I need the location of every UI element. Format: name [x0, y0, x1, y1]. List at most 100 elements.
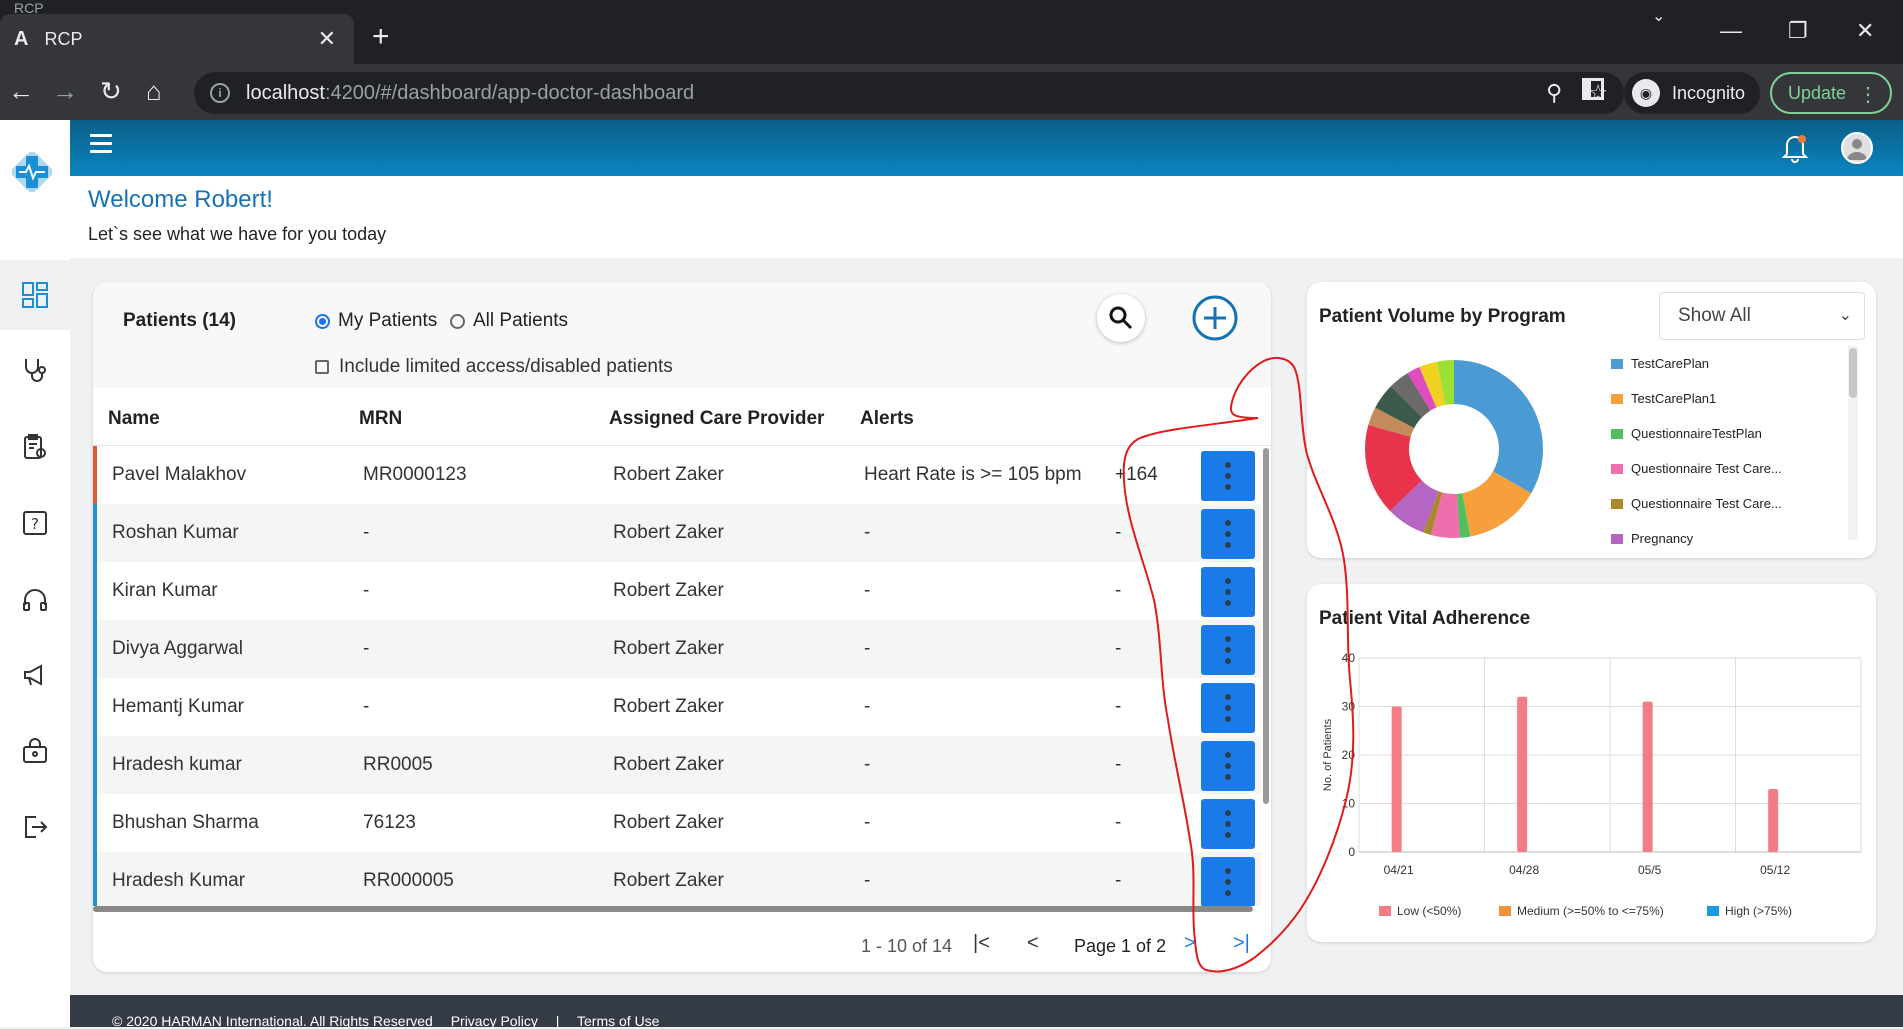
table-row[interactable]: Pavel Malakhov MR0000123 Robert Zaker He… [93, 446, 1261, 504]
search-button[interactable] [1097, 294, 1145, 342]
patient-provider: Robert Zaker [613, 522, 724, 543]
incognito-indicator[interactable]: ◉ Incognito [1624, 72, 1760, 114]
first-page-icon[interactable]: |< [973, 932, 990, 955]
table-row[interactable]: Hemantj Kumar - Robert Zaker - - [93, 678, 1261, 736]
welcome-title: Welcome Robert! [88, 186, 273, 213]
sidebar-item-dashboard[interactable] [0, 260, 70, 330]
patient-alert: - [864, 522, 871, 543]
restore-icon[interactable]: ❐ [1788, 18, 1808, 44]
table-horizontal-scrollbar[interactable] [93, 906, 1253, 912]
legend-item[interactable]: Pregnancy [1611, 531, 1693, 546]
browser-tab-bar: RCP A RCP ✕ + ⌄ — ❐ ✕ [0, 0, 1903, 64]
minimize-icon[interactable]: — [1720, 18, 1742, 44]
info-icon[interactable]: i [210, 83, 230, 103]
patient-alert: - [864, 870, 871, 891]
legend-item[interactable]: Questionnaire Test Care... [1611, 461, 1782, 476]
row-actions-button[interactable] [1201, 567, 1255, 617]
side-panel-icon[interactable] [1582, 78, 1604, 100]
patient-alert: - [864, 754, 871, 775]
patient-name[interactable]: Divya Aggarwal [112, 638, 243, 660]
patient-mrn: RR000005 [363, 870, 454, 891]
table-row[interactable]: Roshan Kumar - Robert Zaker - - [93, 504, 1261, 562]
row-actions-button[interactable] [1201, 741, 1255, 791]
legend-item[interactable]: QuestionnaireTestPlan [1611, 426, 1762, 441]
forward-arrow-icon[interactable]: → [52, 76, 78, 107]
close-tab-icon[interactable]: ✕ [318, 26, 336, 52]
bar-05-12 [1768, 788, 1779, 852]
url-host: localhost [246, 81, 325, 104]
row-actions-button[interactable] [1201, 857, 1255, 906]
patient-name[interactable]: Roshan Kumar [112, 522, 239, 544]
zoom-icon[interactable]: ⚲ [1546, 80, 1562, 106]
sidebar-item-care[interactable] [0, 335, 70, 405]
patient-alert-count: - [1115, 870, 1122, 891]
legend-label: Medium (>=50% to <=75%) [1517, 904, 1664, 918]
close-window-icon[interactable]: ✕ [1856, 18, 1874, 44]
sidebar-item-announcements[interactable] [0, 640, 70, 710]
row-actions-button[interactable] [1201, 683, 1255, 733]
menu-icon[interactable] [90, 134, 112, 158]
last-page-icon[interactable]: >| [1233, 932, 1250, 955]
patient-name[interactable]: Bhushan Sharma [112, 812, 259, 834]
patient-name[interactable]: Hradesh kumar [112, 754, 242, 776]
all-patients-radio[interactable]: All Patients [450, 310, 568, 332]
home-icon[interactable]: ⌂ [146, 76, 162, 107]
program-donut-chart [1365, 360, 1543, 538]
next-page-icon[interactable]: > [1184, 932, 1196, 955]
patient-alert-count: - [1115, 696, 1122, 717]
welcome-subtitle: Let`s see what we have for you today [88, 224, 387, 244]
my-patients-radio[interactable]: My Patients [315, 310, 437, 332]
previous-page-icon[interactable]: < [1027, 932, 1039, 955]
legend-scrollbar[interactable] [1848, 346, 1858, 540]
legend-item[interactable]: Questionnaire Test Care... [1611, 496, 1782, 511]
x-tick-label: 05/12 [1760, 863, 1790, 877]
address-bar[interactable]: i localhost:4200/#/dashboard/app-doctor-… [194, 72, 1624, 114]
all-patients-label: All Patients [473, 310, 569, 331]
browser-tab[interactable]: A RCP ✕ [0, 14, 354, 64]
table-row[interactable]: Bhushan Sharma 76123 Robert Zaker - - [93, 794, 1261, 852]
patient-name[interactable]: Pavel Malakhov [112, 464, 246, 486]
include-limited-checkbox[interactable]: Include limited access/disabled patients [315, 356, 673, 378]
sidebar-item-logout[interactable] [0, 792, 70, 862]
patient-name[interactable]: Kiran Kumar [112, 580, 218, 602]
reload-icon[interactable]: ↻ [100, 76, 122, 107]
radio-unselected-icon [450, 313, 465, 329]
column-mrn[interactable]: MRN [359, 408, 402, 430]
patient-name[interactable]: Hradesh Kumar [112, 870, 245, 892]
sidebar-item-support[interactable] [0, 565, 70, 635]
sidebar-item-questionnaire[interactable]: ? [0, 488, 70, 558]
update-button[interactable]: Update ⋮ [1770, 72, 1892, 114]
row-actions-button[interactable] [1201, 799, 1255, 849]
legend-item[interactable]: TestCarePlan [1611, 356, 1709, 371]
table-row[interactable]: Kiran Kumar - Robert Zaker - - [93, 562, 1261, 620]
table-row[interactable]: Divya Aggarwal - Robert Zaker - - [93, 620, 1261, 678]
notification-bell-icon[interactable] [1781, 132, 1809, 164]
patient-provider: Robert Zaker [613, 464, 724, 485]
table-row[interactable]: Hradesh Kumar RR000005 Robert Zaker - - [93, 852, 1261, 906]
tab-search-chevron-icon[interactable]: ⌄ [1652, 6, 1665, 26]
logout-icon [25, 816, 48, 838]
user-avatar-icon[interactable] [1841, 132, 1873, 164]
column-provider[interactable]: Assigned Care Provider [609, 408, 824, 430]
back-arrow-icon[interactable]: ← [8, 76, 34, 107]
program-filter-select[interactable]: Show All ⌄ [1659, 292, 1865, 340]
y-tick-label: 10 [1342, 797, 1356, 811]
column-alerts[interactable]: Alerts [860, 408, 914, 430]
add-patient-button[interactable] [1191, 294, 1239, 342]
sidebar-item-access[interactable] [0, 716, 70, 786]
sidebar-item-care-plans[interactable] [0, 412, 70, 482]
background-tab-title[interactable]: RCP [14, 0, 44, 14]
table-row[interactable]: Hradesh kumar RR0005 Robert Zaker - - [93, 736, 1261, 794]
row-actions-button[interactable] [1201, 451, 1255, 501]
legend-item[interactable]: TestCarePlan1 [1611, 391, 1716, 406]
table-vertical-scrollbar[interactable] [1263, 448, 1269, 804]
row-actions-button[interactable] [1201, 625, 1255, 675]
row-actions-button[interactable] [1201, 509, 1255, 559]
patient-alert-count: - [1115, 754, 1122, 775]
app-sidebar: ? [0, 120, 70, 1027]
column-name[interactable]: Name [108, 408, 160, 430]
patient-name[interactable]: Hemantj Kumar [112, 696, 244, 718]
y-tick-label: 0 [1348, 845, 1355, 859]
new-tab-icon[interactable]: + [372, 20, 390, 54]
browser-menu-icon[interactable]: ⋮ [1858, 82, 1878, 107]
